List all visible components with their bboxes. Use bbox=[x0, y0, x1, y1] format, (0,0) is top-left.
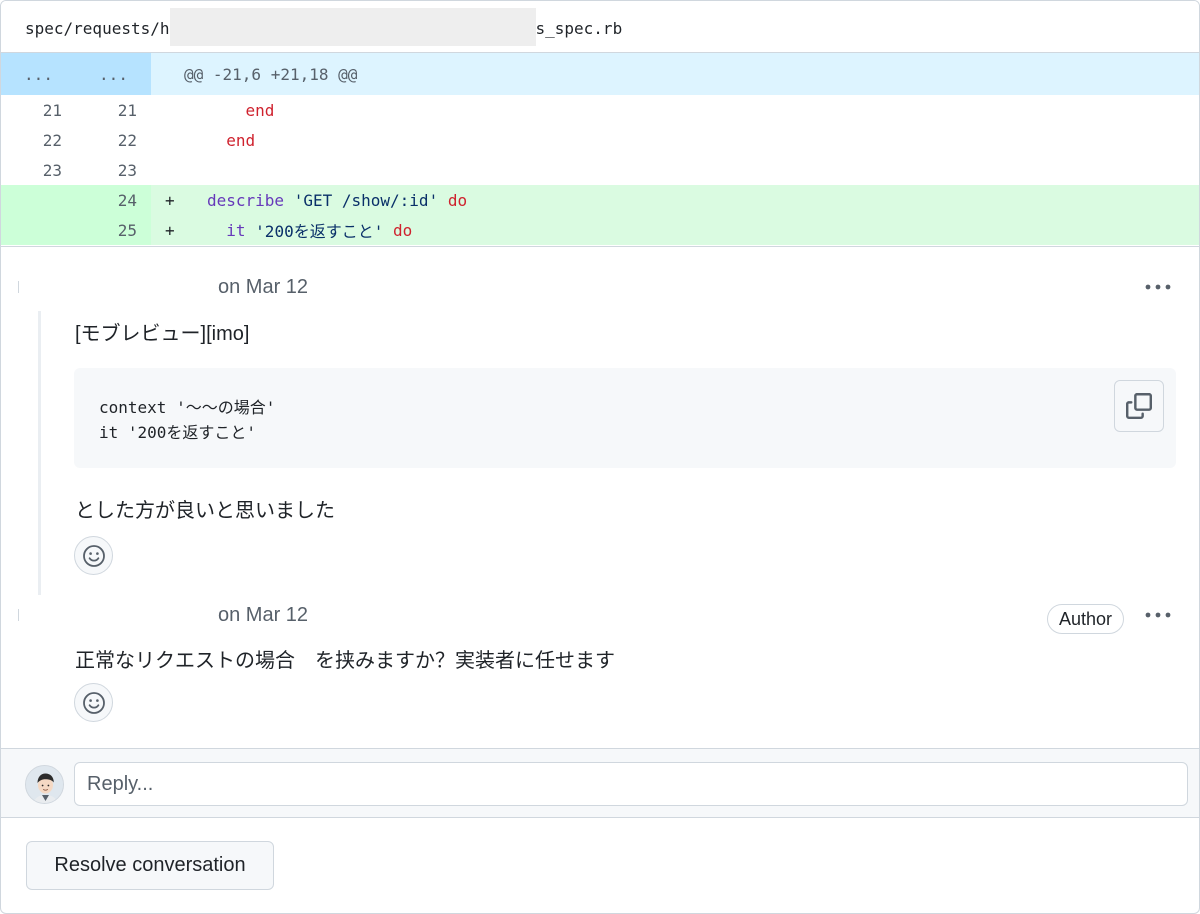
code-token: describe bbox=[207, 190, 285, 210]
comment-text-top: [モブレビュー][imo] bbox=[75, 323, 250, 345]
thread-line bbox=[38, 311, 41, 595]
file-path-suffix: s_spec.rb bbox=[535, 18, 623, 38]
kebab-horizontal-icon bbox=[1145, 612, 1171, 618]
review-thread-panel: spec/requests/h s_spec.rb ... ... @@ -21,… bbox=[0, 0, 1200, 914]
code-token: do bbox=[392, 220, 413, 240]
hunk-header: @@ -21,6 +21,18 @@ bbox=[184, 64, 358, 84]
code-content: + describe 'GET /show/:id' do bbox=[151, 185, 1199, 215]
old-line-number[interactable] bbox=[1, 185, 76, 215]
code-token: end bbox=[226, 130, 256, 150]
code-line: context '〜〜の場合' bbox=[99, 398, 276, 417]
new-line-number[interactable]: 22 bbox=[76, 125, 151, 155]
code-token: do bbox=[447, 190, 468, 210]
diff-marker: + bbox=[165, 220, 175, 240]
new-line-number[interactable]: 24 bbox=[76, 185, 151, 215]
avatar bbox=[25, 765, 64, 804]
code-content: + it '200を返すこと' do bbox=[151, 215, 1199, 245]
redacted-region bbox=[169, 8, 536, 46]
file-path[interactable]: spec/requests/h s_spec.rb bbox=[25, 8, 623, 46]
old-line-number[interactable]: 23 bbox=[1, 155, 76, 185]
thread-stub bbox=[18, 609, 21, 621]
diff-row-context: 22 22 end bbox=[1, 125, 1199, 155]
diff-row-added: 24 + describe 'GET /show/:id' do bbox=[1, 185, 1199, 215]
suggestion-code-block: context '〜〜の場合' it '200を返すこと' bbox=[74, 368, 1176, 468]
new-line-number[interactable]: 21 bbox=[76, 95, 151, 125]
comment-menu-button[interactable] bbox=[1141, 276, 1175, 298]
diff-lines: 21 21 end 22 22 end 23 23 24 + describe 'GET /sh… bbox=[1, 95, 1199, 245]
old-line-number[interactable]: 22 bbox=[1, 125, 76, 155]
add-reaction-button[interactable] bbox=[74, 536, 113, 575]
reply-area bbox=[1, 748, 1199, 818]
diff-row-context: 21 21 end bbox=[1, 95, 1199, 125]
comment-date[interactable]: on Mar 12 bbox=[218, 276, 308, 299]
comment-text: 正常なリクエストの場合 を挟みますか？実装者に任せます bbox=[75, 650, 615, 672]
file-path-prefix: spec/requests/h bbox=[25, 18, 170, 38]
file-header: spec/requests/h s_spec.rb bbox=[1, 1, 1199, 53]
copy-icon bbox=[1126, 393, 1152, 419]
new-line-number[interactable]: 23 bbox=[76, 155, 151, 185]
thread-stub bbox=[18, 281, 21, 293]
code-content: end bbox=[151, 125, 1199, 155]
smiley-icon bbox=[82, 691, 105, 714]
code-token: it bbox=[226, 220, 246, 240]
smiley-icon bbox=[82, 544, 105, 567]
copy-button[interactable] bbox=[1114, 380, 1164, 432]
hunk-header-row: ... ... @@ -21,6 +21,18 @@ bbox=[1, 53, 1199, 95]
comment-menu-button[interactable] bbox=[1141, 604, 1175, 626]
code-content bbox=[151, 155, 1199, 185]
resolve-conversation-button[interactable]: Resolve conversation bbox=[26, 841, 274, 890]
code-token: '200を返すこと' bbox=[255, 222, 384, 241]
author-badge: Author bbox=[1047, 604, 1125, 634]
comment-text-bottom: とした方が良いと思いました bbox=[75, 500, 335, 522]
diff-row-context: 23 23 bbox=[1, 155, 1199, 185]
diff-row-added: 25 + it '200を返すこと' do bbox=[1, 215, 1199, 245]
code-token: 'GET /show/:id' bbox=[293, 190, 439, 210]
avatar-icon bbox=[26, 766, 63, 803]
comment-1: on Mar 12 [モブレビュー][imo] context '〜〜の場合' … bbox=[1, 247, 1199, 595]
code-line: it '200を返すこと' bbox=[99, 423, 257, 442]
new-line-number[interactable]: 25 bbox=[76, 215, 151, 245]
diff-marker: + bbox=[165, 190, 175, 210]
code-content: end bbox=[151, 95, 1199, 125]
code-token: end bbox=[245, 100, 275, 120]
kebab-horizontal-icon bbox=[1145, 284, 1171, 290]
comment-thread: on Mar 12 [モブレビュー][imo] context '〜〜の場合' … bbox=[1, 246, 1199, 748]
reply-input[interactable] bbox=[74, 762, 1188, 806]
comment-2: on Mar 12 Author 正常なリクエストの場合 を挟みますか？実装者に… bbox=[1, 595, 1199, 749]
expand-up-button[interactable]: ... bbox=[1, 53, 76, 95]
add-reaction-button[interactable] bbox=[74, 683, 113, 722]
diff-table: ... ... @@ -21,6 +21,18 @@ 21 21 end 22 22 … bbox=[1, 53, 1199, 245]
old-line-number[interactable] bbox=[1, 215, 76, 245]
comment-date[interactable]: on Mar 12 bbox=[218, 604, 308, 627]
old-line-number[interactable]: 21 bbox=[1, 95, 76, 125]
expand-down-button[interactable]: ... bbox=[76, 53, 151, 95]
